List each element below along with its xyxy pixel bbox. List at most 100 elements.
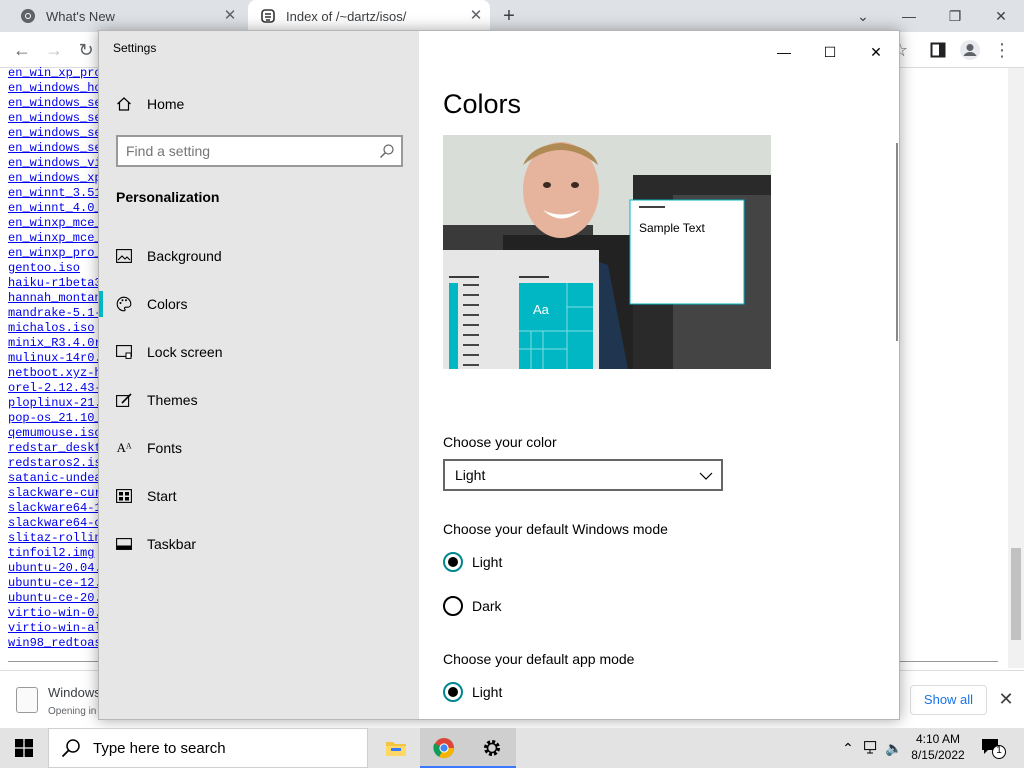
restore-icon[interactable]: ❐ xyxy=(932,4,978,28)
file-link[interactable]: en_windows_se xyxy=(8,96,108,111)
nav-item-taskbar[interactable]: Taskbar xyxy=(115,531,405,557)
file-link[interactable]: en_windows_se xyxy=(8,111,108,126)
file-link[interactable]: slackware64-1 xyxy=(8,501,108,516)
settings-window: Settings Home Personalization Background xyxy=(98,30,900,720)
windows-mode-light-radio[interactable]: Light xyxy=(443,551,502,573)
file-link[interactable]: tinfoil2.img xyxy=(8,546,108,561)
find-setting-input[interactable] xyxy=(126,137,376,165)
app-mode-light-radio[interactable]: Light xyxy=(443,681,502,703)
file-link[interactable]: gentoo.iso xyxy=(8,261,108,276)
new-tab-icon[interactable]: + xyxy=(498,6,520,28)
minimize-icon[interactable]: — xyxy=(761,37,807,67)
file-link[interactable]: en_windows_se xyxy=(8,126,108,141)
side-panel-icon[interactable] xyxy=(926,38,950,62)
file-link[interactable]: en_windows_se xyxy=(8,141,108,156)
file-icon[interactable] xyxy=(16,687,38,713)
reload-icon[interactable]: ↻ xyxy=(74,38,98,62)
file-link[interactable]: mandrake-5.1- xyxy=(8,306,108,321)
file-link[interactable]: satanic-undea xyxy=(8,471,108,486)
nav-item-background[interactable]: Background xyxy=(115,243,405,269)
back-icon[interactable]: ← xyxy=(10,38,34,62)
start-button[interactable] xyxy=(0,728,48,768)
file-link[interactable]: en_winnt_4.0_ xyxy=(8,201,108,216)
close-window-icon[interactable]: ✕ xyxy=(978,4,1024,28)
file-link[interactable]: slitaz-rollin xyxy=(8,531,108,546)
file-link[interactable]: slackware64-c xyxy=(8,516,108,531)
close-tab-icon[interactable]: ✕ xyxy=(222,8,238,24)
tab-index-of-isos[interactable]: Index of /~dartz/isos/ ✕ xyxy=(248,0,490,32)
dropdown-value: Light xyxy=(455,467,486,483)
show-all-button[interactable]: Show all xyxy=(910,685,987,715)
file-link[interactable]: en_winxp_mce_ xyxy=(8,231,108,246)
file-link[interactable]: pop-os_21.10_ xyxy=(8,411,108,426)
file-link[interactable]: en_windows_vi xyxy=(8,156,108,171)
nav-item-lock-screen[interactable]: Lock screen xyxy=(115,339,405,365)
file-link[interactable]: mulinux-14r0. xyxy=(8,351,108,366)
download-file-name[interactable]: Windows xyxy=(48,685,101,700)
tab-whats-new[interactable]: What's New ✕ xyxy=(8,0,244,32)
radio-label: Dark xyxy=(472,598,502,614)
settings-search-box[interactable] xyxy=(116,135,403,167)
file-link[interactable]: qemumouse.iso xyxy=(8,426,108,441)
forward-icon[interactable]: → xyxy=(42,38,66,62)
file-link[interactable]: en_winxp_pro_ xyxy=(8,246,108,261)
taskbar-search-box[interactable]: Type here to search xyxy=(48,728,368,768)
tab-search-chevron-icon[interactable]: ⌄ xyxy=(840,4,886,28)
file-link[interactable]: win98_redtoas xyxy=(8,636,108,651)
content-scrollbar[interactable] xyxy=(896,143,898,341)
file-link[interactable]: en_windows_ho xyxy=(8,81,108,96)
file-explorer-button[interactable] xyxy=(372,728,420,768)
file-link[interactable]: slackware-cur xyxy=(8,486,108,501)
nav-label: Start xyxy=(147,488,177,504)
file-listing: en_win_xp_pro en_windows_ho en_windows_se e… xyxy=(8,66,108,651)
notifications-button[interactable]: 1 xyxy=(980,736,1006,760)
scrollbar-thumb[interactable] xyxy=(1011,548,1021,640)
file-link[interactable]: ubuntu-20.04. xyxy=(8,561,108,576)
file-link[interactable]: ploplinux-21. xyxy=(8,396,108,411)
menu-kebab-icon[interactable]: ⋮ xyxy=(990,38,1014,62)
file-link[interactable]: ubuntu-ce-12. xyxy=(8,576,108,591)
nav-item-themes[interactable]: Themes xyxy=(115,387,405,413)
file-link[interactable]: en_win_xp_pro xyxy=(8,66,108,81)
file-link[interactable]: en_winxp_mce_ xyxy=(8,216,108,231)
file-link[interactable]: minix_R3.4.0r xyxy=(8,336,108,351)
minimize-icon[interactable]: — xyxy=(886,4,932,28)
system-clock[interactable]: 4:10 AM 8/15/2022 xyxy=(906,731,970,763)
profile-avatar-icon[interactable] xyxy=(958,38,982,62)
nav-label: Themes xyxy=(147,392,198,408)
close-downloads-icon[interactable]: ✕ xyxy=(996,689,1016,709)
home-nav-item[interactable]: Home xyxy=(115,91,184,117)
nav-item-start[interactable]: Start xyxy=(115,483,405,509)
choose-color-dropdown[interactable]: Light xyxy=(443,459,723,491)
windows-mode-label: Choose your default Windows mode xyxy=(443,521,668,537)
file-link[interactable]: redstar_deskt xyxy=(8,441,108,456)
file-link[interactable]: orel-2.12.43- xyxy=(8,381,108,396)
chrome-icon xyxy=(20,8,36,24)
file-link[interactable]: en_winnt_3.51 xyxy=(8,186,108,201)
nav-item-fonts[interactable]: Aᴬ Fonts xyxy=(115,435,405,461)
tab-label: What's New xyxy=(46,8,115,24)
windows-taskbar: Type here to search ⌃ 🔈 4:10 AM 8/15/202… xyxy=(0,728,1024,768)
page-scrollbar[interactable] xyxy=(1008,68,1024,668)
file-link[interactable]: virtio-win-0. xyxy=(8,606,108,621)
palette-icon xyxy=(115,295,133,313)
close-tab-icon[interactable]: ✕ xyxy=(468,8,484,24)
show-hidden-icons-chevron-icon[interactable]: ⌃ xyxy=(838,738,858,758)
network-icon[interactable] xyxy=(862,738,882,758)
file-link[interactable]: ubuntu-ce-20. xyxy=(8,591,108,606)
close-window-icon[interactable]: ✕ xyxy=(853,37,899,67)
file-link[interactable]: virtio-win-al xyxy=(8,621,108,636)
file-link[interactable]: en_windows_xp xyxy=(8,171,108,186)
file-link[interactable]: redstaros2.is xyxy=(8,456,108,471)
file-link[interactable]: michalos.iso xyxy=(8,321,108,336)
nav-item-colors[interactable]: Colors xyxy=(99,291,405,317)
notification-count: 1 xyxy=(996,745,1002,756)
maximize-icon[interactable]: ☐ xyxy=(807,37,853,67)
file-link[interactable]: netboot.xyz-h xyxy=(8,366,108,381)
chrome-taskbar-button[interactable] xyxy=(420,728,468,768)
settings-taskbar-button[interactable] xyxy=(468,728,516,768)
file-link[interactable]: haiku-r1beta3 xyxy=(8,276,108,291)
file-link[interactable]: hannah_montan xyxy=(8,291,108,306)
volume-icon[interactable]: 🔈 xyxy=(884,738,904,758)
windows-mode-dark-radio[interactable]: Dark xyxy=(443,595,502,617)
